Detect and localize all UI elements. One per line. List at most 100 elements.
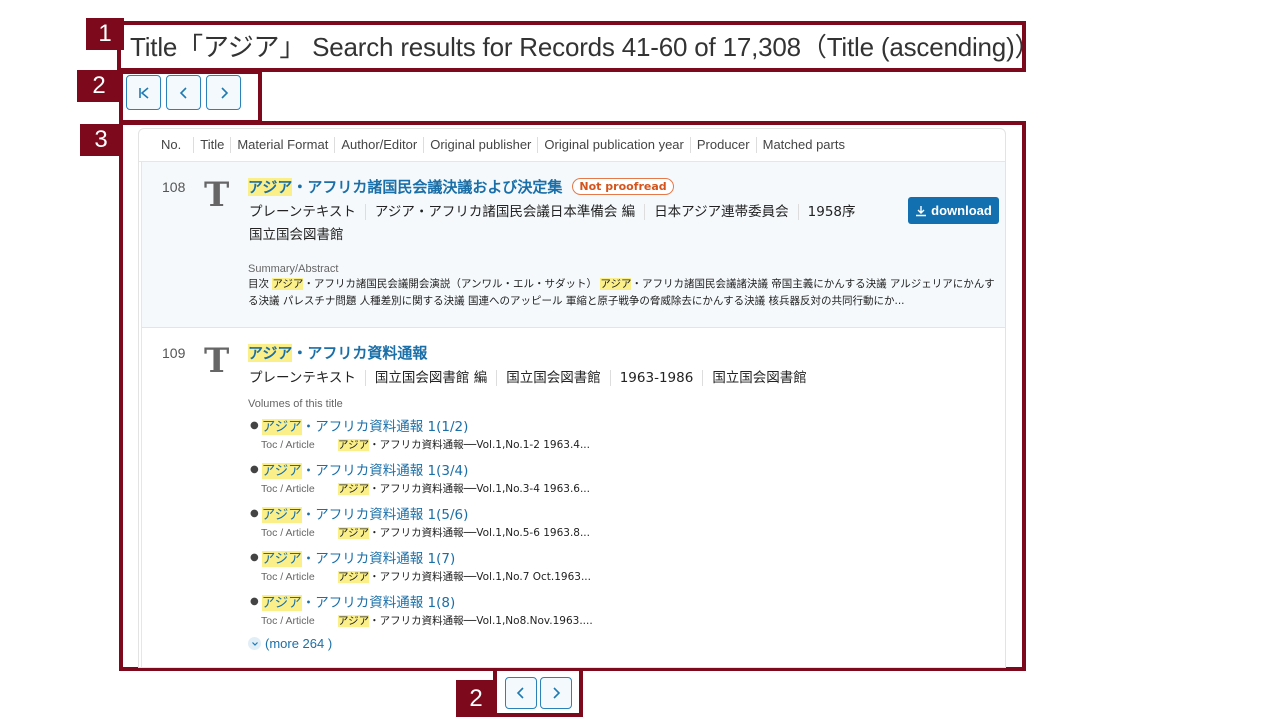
highlight-term: アジア	[338, 615, 370, 627]
toc-text: ・アフリカ資料通報──Vol.1,No.5-6 1963.8...	[369, 527, 590, 539]
annotation-label-2-bottom: 2	[456, 680, 496, 717]
column-producer[interactable]: Producer	[689, 137, 756, 153]
highlight-term: アジア	[248, 178, 293, 196]
original-publisher: 日本アジア連帯委員会	[644, 204, 797, 220]
show-more-button[interactable]: (more 264 )	[248, 636, 1002, 651]
highlight-term: アジア	[261, 419, 302, 435]
column-material-format[interactable]: Material Format	[230, 137, 334, 153]
column-original-publication-year[interactable]: Original publication year	[537, 137, 689, 153]
column-original-publisher[interactable]: Original publisher	[423, 137, 537, 153]
annotation-label-2-top: 2	[77, 70, 121, 102]
column-title[interactable]: Title	[193, 137, 230, 153]
author-editor: アジア・アフリカ諸国民会議日本準備会 編	[364, 204, 644, 220]
toc-text: ・アフリカ資料通報──Vol.1,No8.Nov.1963....	[369, 615, 593, 627]
bullet-icon: ●	[250, 596, 259, 607]
text-type-icon: T	[204, 341, 230, 381]
volume-link[interactable]: アジア・アフリカ資料通報 1(8)	[261, 595, 455, 611]
volume-link[interactable]: アジア・アフリカ資料通報 1(1/2)	[261, 419, 469, 435]
highlight-term: アジア	[600, 278, 632, 290]
text-type-icon: T	[204, 175, 230, 215]
material-format: プレーンテキスト	[249, 204, 356, 220]
volume-title: ・アフリカ資料通報 1(3/4)	[301, 463, 469, 479]
highlight-term: アジア	[248, 344, 293, 362]
chevron-left-icon	[179, 86, 187, 99]
result-title-link[interactable]: アジア・アフリカ諸国民会議決議および決定集	[248, 176, 562, 197]
highlight-term: アジア	[272, 278, 304, 290]
bullet-icon: ●	[250, 508, 259, 519]
result-number: 109	[162, 345, 186, 361]
result-title-link[interactable]: アジア・アフリカ資料通報	[248, 342, 427, 363]
highlight-term: アジア	[261, 507, 302, 523]
download-button[interactable]: download	[908, 197, 999, 224]
annotation-label-3: 3	[80, 124, 122, 156]
abstract-text: 目次 アジア・アフリカ諸国民会議開会演説（アンワル・エル・サダット） アジア・ア…	[248, 276, 998, 310]
column-author-editor[interactable]: Author/Editor	[334, 137, 423, 153]
next-page-button[interactable]	[540, 677, 572, 709]
material-format: プレーンテキスト	[249, 370, 356, 386]
original-publisher: 国立国会図書館	[496, 370, 610, 386]
toc-label: Toc / Article	[261, 439, 315, 451]
volume-link[interactable]: アジア・アフリカ資料通報 1(5/6)	[261, 507, 469, 523]
pager-top	[126, 75, 241, 110]
page-title: Title「アジア」 Search results for Records 41…	[130, 32, 1041, 62]
column-no[interactable]: No.	[159, 137, 193, 153]
chevron-left-icon	[516, 687, 524, 699]
result-number: 108	[162, 179, 186, 195]
volume-link[interactable]: アジア・アフリカ資料通報 1(7)	[261, 551, 456, 567]
previous-page-button[interactable]	[166, 75, 201, 110]
highlight-term: アジア	[261, 595, 302, 611]
bullet-icon: ●	[250, 464, 259, 475]
highlight-term: アジア	[338, 527, 370, 539]
bullet-icon: ●	[250, 552, 259, 563]
column-header: No. Title Material Format Author/Editor …	[139, 129, 1005, 162]
title-text: ・アフリカ諸国民会議決議および決定集	[292, 178, 563, 196]
volume-item: ● アジア・アフリカ資料通報 1(7) Toc / Article アジア・アフリカ…	[250, 547, 1002, 585]
chevron-right-icon	[553, 687, 561, 699]
toc-text: ・アフリカ資料通報──Vol.1,No.3-4 1963.6...	[369, 483, 590, 495]
result-item: 108 T アジア・アフリカ諸国民会議決議および決定集 Not proofrea…	[142, 162, 1005, 328]
producer: 国立国会図書館	[249, 227, 344, 243]
download-icon	[916, 205, 927, 216]
results-panel: No. Title Material Format Author/Editor …	[138, 128, 1006, 668]
first-page-button[interactable]	[126, 75, 161, 110]
abstract-part: 目次	[248, 278, 273, 290]
result-item: 109 T アジア・アフリカ資料通報 プレーンテキスト 国立国会図書館 編国立国会…	[142, 328, 1005, 667]
download-label: download	[931, 203, 992, 218]
result-meta: プレーンテキスト アジア・アフリカ諸国民会議日本準備会 編日本アジア連帯委員会 19…	[248, 201, 1002, 247]
chevron-down-icon	[248, 637, 261, 650]
highlight-term: アジア	[261, 551, 302, 567]
not-proofread-badge: Not proofread	[572, 178, 674, 195]
toc-text: ・アフリカ資料通報──Vol.1,No.7 Oct.1963...	[369, 571, 591, 583]
pager-bottom	[505, 677, 572, 709]
abstract-part: ・アフリカ諸国民会議開会演説（アンワル・エル・サダット）	[303, 278, 601, 290]
column-matched-parts[interactable]: Matched parts	[755, 137, 851, 153]
publication-year: 1958序	[797, 204, 865, 220]
first-page-icon	[138, 86, 149, 99]
volume-item: ● アジア・アフリカ資料通報 1(8) Toc / Article アジア・アフリカ…	[250, 591, 1002, 629]
summary-label: Summary/Abstract	[248, 263, 339, 275]
highlight-term: アジア	[338, 483, 370, 495]
result-title: アジア・アフリカ諸国民会議決議および決定集 Not proofread	[248, 176, 1002, 197]
highlight-term: アジア	[261, 463, 302, 479]
volume-item: ● アジア・アフリカ資料通報 1(5/6) Toc / Article アジア・アフ…	[250, 503, 1002, 541]
result-meta: プレーンテキスト 国立国会図書館 編国立国会図書館 1963-1986 国立国会図書館	[248, 367, 1002, 390]
chevron-right-icon	[220, 86, 228, 99]
next-page-button[interactable]	[206, 75, 241, 110]
volume-link[interactable]: アジア・アフリカ資料通報 1(3/4)	[261, 463, 469, 479]
highlight-term: アジア	[338, 571, 370, 583]
volume-title: ・アフリカ資料通報 1(5/6)	[301, 507, 469, 523]
bullet-icon: ●	[250, 420, 259, 431]
annotation-label-1: 1	[86, 18, 124, 50]
show-more-label: (more 264 )	[265, 636, 333, 651]
publication-year: 1963-1986	[609, 370, 703, 386]
result-title: アジア・アフリカ資料通報	[248, 342, 1002, 363]
producer: 国立国会図書館	[702, 370, 816, 386]
highlight-term: アジア	[338, 439, 370, 451]
volume-title: ・アフリカ資料通報 1(1/2)	[301, 419, 469, 435]
volume-title: ・アフリカ資料通報 1(7)	[301, 551, 456, 567]
toc-label: Toc / Article	[261, 483, 315, 495]
toc-label: Toc / Article	[261, 615, 315, 627]
author-editor: 国立国会図書館 編	[364, 370, 496, 386]
previous-page-button[interactable]	[505, 677, 537, 709]
results-list: 108 T アジア・アフリカ諸国民会議決議および決定集 Not proofrea…	[141, 162, 1005, 667]
